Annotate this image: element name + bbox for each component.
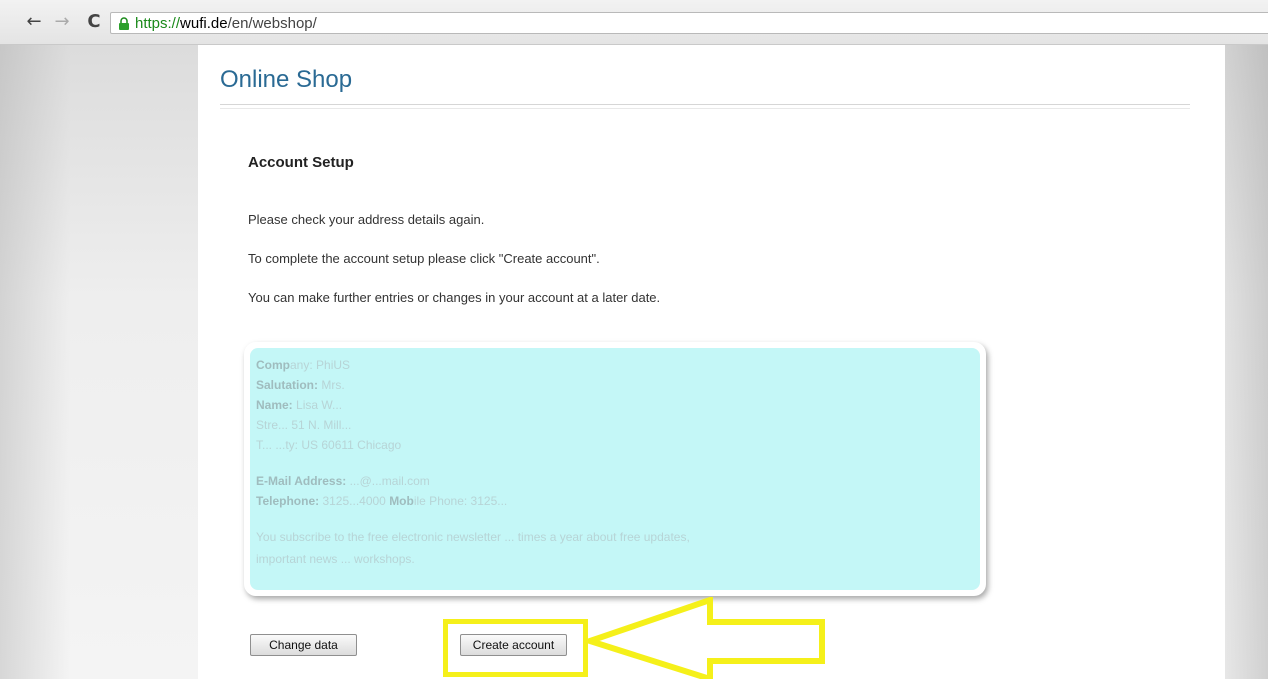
summary-email-value: ...@...mail.com	[346, 474, 430, 488]
forward-arrow-icon[interactable]: →	[52, 12, 72, 32]
address-summary-highlight: Company: PhiUS Salutation: Mrs. Name: Li…	[250, 348, 980, 590]
instruction-later-changes: You can make further entries or changes …	[248, 290, 661, 305]
summary-email: E-Mail Address: ...@...mail.com	[256, 474, 430, 488]
change-data-button[interactable]: Change data	[250, 634, 357, 656]
summary-city: T... ...ty: US 60611 Chicago	[256, 438, 402, 452]
url-host: wufi.de	[180, 15, 228, 32]
summary-mobile-value: ile Phone: 3125...	[413, 494, 508, 508]
summary-company-value: any: PhiUS	[290, 358, 351, 372]
url-scheme: https://	[135, 15, 181, 32]
summary-name-label: Name:	[256, 398, 293, 412]
summary-phone: Telephone: 3125...4000 Mobile Phone: 312…	[256, 494, 507, 508]
summary-newsletter-line-2: important news ... workshops.	[256, 552, 415, 566]
summary-newsletter-line-1: You subscribe to the free electronic new…	[256, 530, 690, 544]
summary-mobile-label: Mob	[389, 494, 414, 508]
summary-salutation: Salutation: Mrs.	[256, 378, 345, 392]
url-text: https://wufi.de/en/webshop/	[135, 14, 317, 33]
instruction-check-address: Please check your address details again.	[248, 212, 485, 227]
address-summary-card: Company: PhiUS Salutation: Mrs. Name: Li…	[244, 342, 986, 596]
summary-telephone-label: Telephone:	[256, 494, 320, 508]
url-path: /en/webshop/	[227, 15, 317, 32]
summary-company: Company: PhiUS	[256, 358, 350, 372]
back-arrow-icon[interactable]: ←	[24, 12, 44, 32]
summary-salutation-label: Salutation:	[256, 378, 318, 392]
title-divider	[220, 104, 1190, 109]
lock-icon	[119, 17, 129, 30]
annotation-highlight-box	[443, 619, 588, 677]
section-heading: Account Setup	[248, 154, 354, 171]
instruction-create-account: To complete the account setup please cli…	[248, 251, 600, 266]
summary-telephone-value: 3125...4000	[319, 494, 390, 508]
summary-name: Name: Lisa W...	[256, 398, 342, 412]
summary-email-label: E-Mail Address:	[256, 474, 347, 488]
page-title: Online Shop	[220, 66, 353, 93]
browser-toolbar: ← → C https://wufi.de/en/webshop/	[0, 0, 1268, 45]
summary-salutation-value: Mrs.	[318, 378, 345, 392]
address-bar[interactable]: https://wufi.de/en/webshop/	[110, 12, 1268, 34]
summary-street: Stre... 51 N. Mill...	[256, 418, 352, 432]
summary-name-value: Lisa W...	[292, 398, 343, 412]
summary-company-label: Comp	[256, 358, 290, 372]
reload-icon[interactable]: C	[84, 12, 104, 32]
annotation-arrow-icon	[586, 597, 825, 679]
